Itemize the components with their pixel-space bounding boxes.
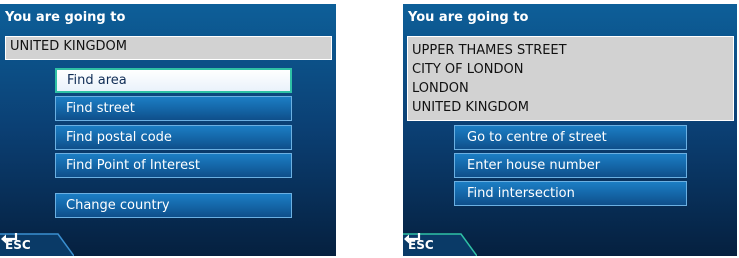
find-intersection-button[interactable]: Find intersection [454,181,687,206]
header-title: You are going to [408,10,529,25]
return-arrow-icon [1,233,18,244]
find-area-button[interactable]: Find area [55,68,292,93]
destination-region: LONDON [412,81,469,96]
find-poi-button[interactable]: Find Point of Interest [55,153,292,178]
destination-box: UNITED KINGDOM [5,36,332,60]
right-screen: You are going to UPPER THAMES STREET CIT… [403,4,737,256]
go-to-centre-button[interactable]: Go to centre of street [454,125,687,150]
destination-country: UNITED KINGDOM [412,100,529,115]
destination-city: CITY OF LONDON [412,62,524,77]
find-street-button[interactable]: Find street [55,96,292,121]
esc-button[interactable]: ESC [403,232,477,256]
return-arrow-icon [404,233,421,244]
left-screen: You are going to UNITED KINGDOM Find are… [0,4,336,256]
enter-house-number-button[interactable]: Enter house number [454,153,687,178]
esc-button[interactable]: ESC [0,232,74,256]
change-country-button[interactable]: Change country [55,193,292,218]
destination-box: UPPER THAMES STREET CITY OF LONDON LONDO… [407,36,734,121]
destination-street: UPPER THAMES STREET [412,43,567,58]
header-title: You are going to [5,10,126,25]
find-postal-code-button[interactable]: Find postal code [55,125,292,150]
